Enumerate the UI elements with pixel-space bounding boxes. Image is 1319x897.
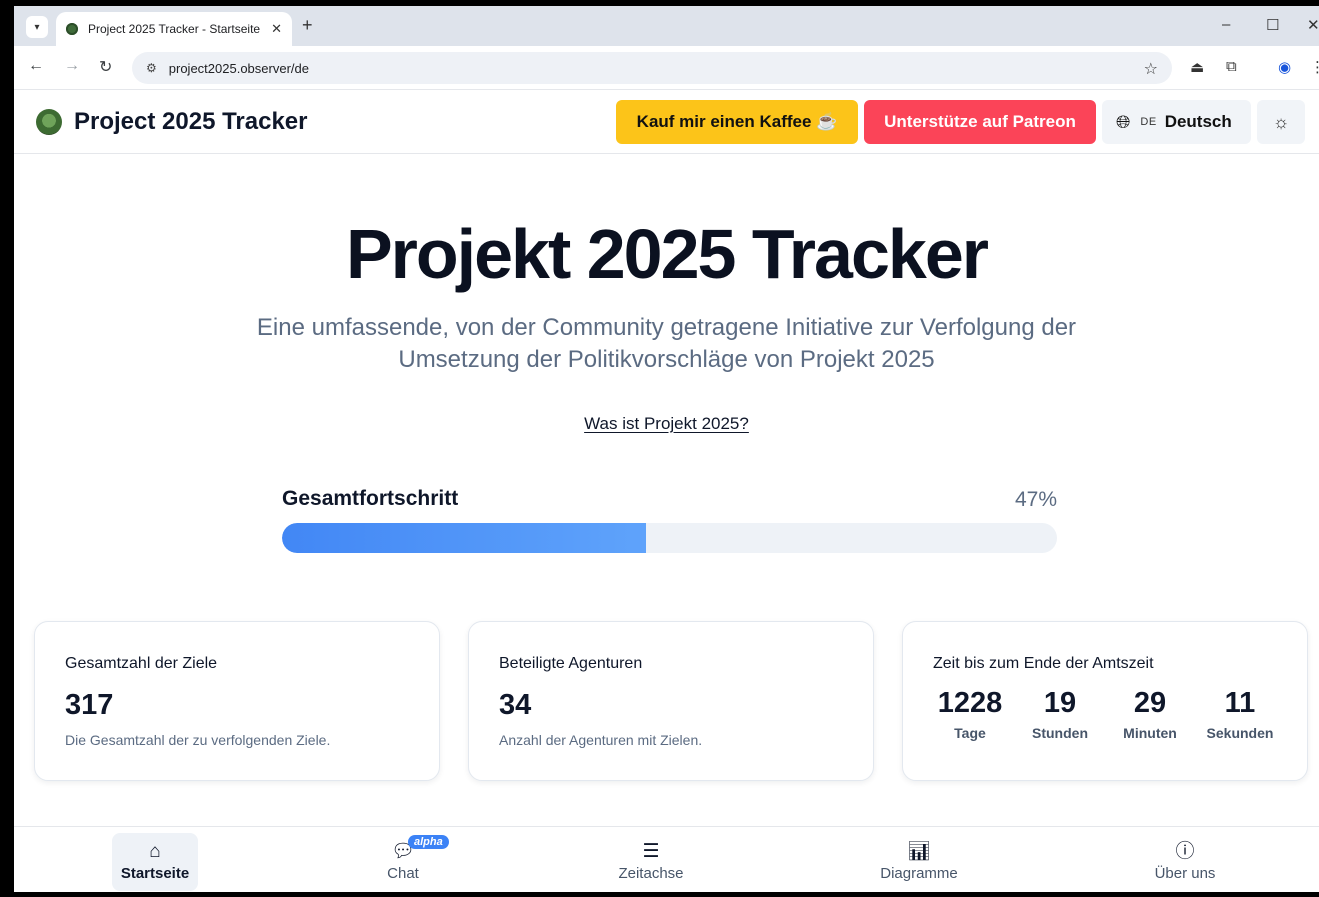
nav-item-chat[interactable]: 💬︎ alpha Chat [360,833,449,891]
countdown-hours: 19 Stunden [1015,687,1105,741]
back-icon[interactable]: ← [28,57,44,75]
countdown-label: Stunden [1032,725,1088,741]
agencies-card: Beteiligte Agenturen 34 Anzahl der Agent… [468,621,874,781]
card-title: Beteiligte Agenturen [499,655,643,672]
nav-item-about[interactable]: ⓘ Über uns [1142,833,1228,891]
list-icon: ☰ [642,841,660,862]
new-tab-icon[interactable]: + [302,15,313,36]
page-title: Projekt 2025 Tracker [345,215,989,293]
alpha-badge: alpha [408,835,449,849]
progress-percent: 47% [1014,488,1057,511]
tab-title: Project 2025 Tracker - Startseite [88,22,261,36]
download-icon[interactable]: ⏏ [1190,58,1204,76]
tab-strip: ▾ Project 2025 Tracker - Startseite ✕ + … [14,6,1319,46]
address-bar[interactable]: ⚙ project2025.observer/de ☆ [132,52,1172,84]
app-header: Project 2025 Tracker Kauf mir einen Kaff… [14,90,1319,154]
url-text: project2025.observer/de [168,60,309,76]
countdown-label: Minuten [1123,725,1177,741]
nav-label: Über uns [1154,865,1216,882]
buy-coffee-button[interactable]: Kauf mir einen Kaffee ☕ [616,100,858,144]
favicon-icon [66,23,78,35]
progress-label: Gesamtfortschritt [282,487,459,510]
profile-icon[interactable]: ◉ [1278,58,1291,76]
card-value: 34 [499,689,532,721]
globe-icon: 🌐︎ [1116,111,1131,132]
nav-item-home[interactable]: ⌂ Startseite [112,833,198,891]
close-tab-icon[interactable]: ✕ [271,21,282,37]
minimize-icon[interactable]: – [1222,16,1230,33]
card-description: Die Gesamtzahl der zu verfolgenden Ziele… [65,732,331,748]
language-name: Deutsch [1164,112,1232,131]
countdown-card: Zeit bis zum Ende der Amtszeit 1228 Tage… [902,621,1308,781]
forward-icon[interactable]: → [64,57,80,75]
countdown-label: Tage [954,725,986,741]
site-info-icon[interactable]: ⚙ [146,61,157,75]
bar-chart-icon: 📊︎ [906,841,932,862]
bookmark-star-icon[interactable]: ☆ [1144,59,1158,79]
countdown-value: 1228 [937,687,1003,719]
brand-title[interactable]: Project 2025 Tracker [74,108,308,136]
countdown-minutes: 29 Minuten [1105,687,1195,741]
card-value: 317 [65,689,114,721]
countdown-label: Sekunden [1206,725,1274,741]
countdown-days: 1228 Tage [925,687,1015,741]
language-selector[interactable]: 🌐︎ DE Deutsch [1102,100,1251,144]
nav-label: Startseite [120,865,190,882]
logo-icon[interactable] [36,109,62,135]
what-is-project-link-wrapper: Was ist Projekt 2025? [14,414,1319,434]
countdown-value: 11 [1224,687,1256,719]
countdown-value: 19 [1043,687,1077,719]
nav-item-timeline[interactable]: ☰ Zeitachse [608,833,694,891]
menu-icon[interactable]: ⋮ [1310,58,1319,76]
countdown-value: 29 [1133,687,1167,719]
extensions-icon[interactable]: ⧉ [1226,58,1237,75]
maximize-icon[interactable]: ☐ [1266,16,1279,34]
card-title: Zeit bis zum Ende der Amtszeit [933,655,1154,672]
patreon-button[interactable]: Unterstütze auf Patreon [864,100,1096,144]
language-code: DE [1140,116,1157,128]
page-subtitle: Eine umfassende, von der Community getra… [256,314,1077,373]
card-description: Anzahl der Agenturen mit Zielen. [499,732,703,748]
total-goals-card: Gesamtzahl der Ziele 317 Die Gesamtzahl … [34,621,440,781]
progress-fill [282,523,647,553]
card-title: Gesamtzahl der Ziele [65,655,218,672]
tab-search-chevron-icon[interactable]: ▾ [26,16,48,38]
what-is-project-link[interactable]: Was ist Projekt 2025? [584,414,749,433]
nav-label: Chat [387,865,419,882]
bottom-navigation: ⌂ Startseite 💬︎ alpha Chat ☰ Zeitachse 📊… [14,826,1319,892]
nav-label: Diagramme [880,865,958,882]
close-window-icon[interactable]: ✕ [1307,16,1319,34]
home-icon: ⌂ [149,841,161,862]
countdown-seconds: 11 Sekunden [1195,687,1285,741]
info-icon: ⓘ [1175,841,1195,862]
progress-bar [282,523,1057,553]
browser-tab[interactable]: Project 2025 Tracker - Startseite ✕ [56,12,292,46]
theme-toggle-sun-icon[interactable]: ☼ [1257,100,1305,144]
browser-window: ▾ Project 2025 Tracker - Startseite ✕ + … [14,6,1319,892]
browser-toolbar: ← → ↻ ⚙ project2025.observer/de ☆ ⏏ ⧉ ◉ … [14,46,1319,90]
nav-label: Zeitachse [618,865,684,882]
reload-icon[interactable]: ↻ [99,57,112,77]
nav-item-charts[interactable]: 📊︎ Diagramme [876,833,962,891]
